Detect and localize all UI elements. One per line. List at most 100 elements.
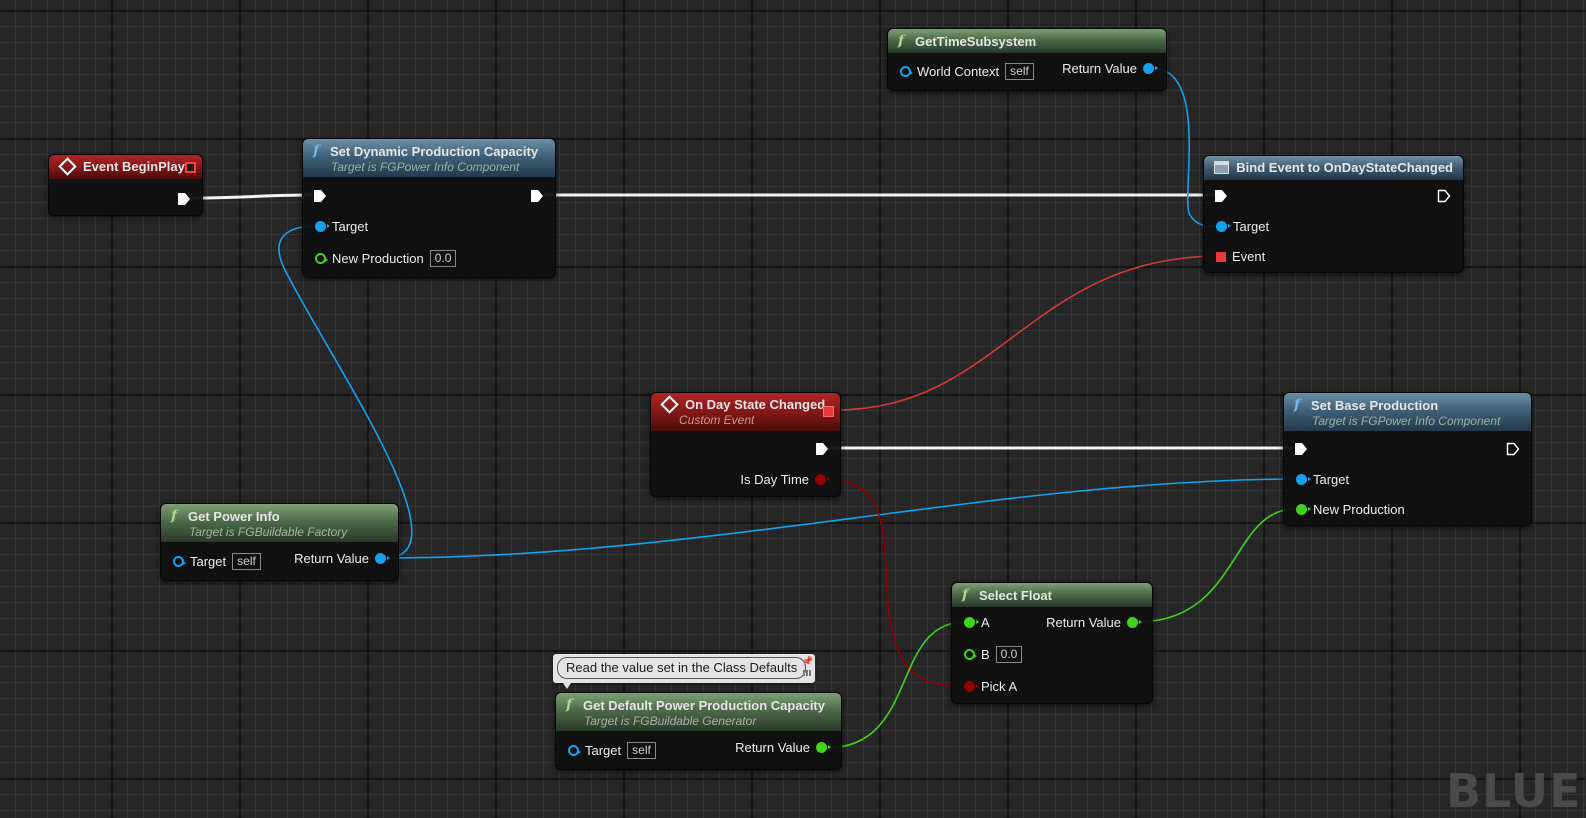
node-on-day-state-changed[interactable]: On Day State Changed Custom Event Is Day… — [650, 392, 841, 497]
delegate-wire-ondaystate-to-bind-event — [835, 255, 1221, 411]
delegate-output-pin[interactable] — [823, 406, 834, 417]
object-pin-icon[interactable] — [173, 556, 186, 567]
float-pin-icon[interactable] — [816, 742, 831, 753]
node-title: Get Power Info — [188, 508, 280, 524]
pin-label: Target — [332, 219, 369, 234]
node-header: Bind Event to OnDayStateChanged — [1204, 156, 1463, 180]
pin-label: Pick A — [981, 679, 1018, 694]
pin-world-context[interactable]: World Context self — [900, 63, 1034, 80]
blueprint-watermark: BLUEPRINT — [1446, 764, 1586, 818]
pin-label: Return Value — [735, 740, 810, 755]
node-comment-bubble[interactable]: Read the value set in the Class Defaults… — [553, 654, 815, 689]
node-title: GetTimeSubsystem — [915, 33, 1037, 49]
object-pin-icon[interactable] — [900, 66, 913, 77]
pin-pick-a[interactable]: Pick A — [964, 679, 1017, 694]
exec-input-pin[interactable] — [313, 189, 327, 203]
node-header: f Set Base Production Target is FGPower I… — [1284, 393, 1531, 431]
b-value-input[interactable]: 0.0 — [995, 646, 1023, 663]
node-title: Bind Event to OnDayStateChanged — [1236, 160, 1453, 175]
node-set-dynamic-production-capacity[interactable]: f Set Dynamic Production Capacity Target … — [302, 138, 556, 278]
pin-new-production[interactable]: New Production 0.0 — [315, 250, 457, 267]
bool-wire-isdaytime-to-pick-a — [825, 478, 966, 687]
node-header: f Select Float — [952, 583, 1152, 607]
node-header: f GetTimeSubsystem — [888, 29, 1166, 53]
node-set-base-production[interactable]: f Set Base Production Target is FGPower I… — [1283, 392, 1532, 526]
bool-pin-icon[interactable] — [964, 681, 979, 692]
world-context-input[interactable]: self — [1005, 63, 1034, 80]
pin-target[interactable]: Target — [315, 219, 368, 234]
event-icon — [58, 157, 77, 176]
pin-return-value[interactable]: Return Value — [1062, 61, 1158, 76]
delegate-output-pin[interactable] — [185, 162, 196, 173]
node-event-beginplay[interactable]: Event BeginPlay — [48, 154, 203, 216]
pin-new-production[interactable]: New Production — [1296, 502, 1405, 517]
float-wire-default-to-select-a — [825, 621, 966, 749]
object-pin-icon[interactable] — [1296, 474, 1311, 485]
float-pin-icon[interactable] — [1296, 504, 1311, 515]
exec-wire-beginplay-to-setdynamic — [189, 193, 313, 200]
pin-target[interactable]: Target self — [173, 553, 261, 570]
float-pin-icon[interactable] — [964, 649, 977, 660]
pin-label: Return Value — [1062, 61, 1137, 76]
function-icon: f — [962, 587, 969, 603]
pin-b[interactable]: B 0.0 — [964, 646, 1023, 663]
delegate-pin-icon[interactable] — [1216, 251, 1226, 262]
pin-target[interactable]: Target — [1216, 219, 1269, 234]
pin-label: Event — [1232, 249, 1266, 264]
node-get-default-power-production-capacity[interactable]: f Get Default Power Production Capacity T… — [555, 692, 842, 770]
node-select-float[interactable]: f Select Float A Return Value B 0.0 Pick … — [951, 582, 1153, 704]
pin-label: B — [981, 647, 990, 662]
pin-comment-icon[interactable]: 📌 — [802, 656, 813, 666]
node-get-time-subsystem[interactable]: f GetTimeSubsystem World Context self Ret… — [887, 28, 1167, 91]
node-subtitle: Target is FGPower Info Component — [1312, 414, 1501, 428]
node-title: Event BeginPlay — [83, 159, 185, 174]
exec-output-pin[interactable] — [1506, 442, 1520, 456]
float-pin-icon[interactable] — [964, 617, 979, 628]
object-pin-icon[interactable] — [315, 221, 330, 232]
node-header: On Day State Changed Custom Event — [651, 393, 840, 431]
pin-return-value[interactable]: Return Value — [735, 740, 831, 755]
pin-return-value[interactable]: Return Value — [294, 551, 390, 566]
pin-a[interactable]: A — [964, 615, 990, 630]
target-input[interactable]: self — [627, 742, 656, 759]
new-production-input[interactable]: 0.0 — [429, 250, 457, 267]
node-title: Select Float — [979, 587, 1052, 603]
pin-label: Return Value — [1046, 615, 1121, 630]
pin-target[interactable]: Target — [1296, 472, 1349, 487]
node-title: Get Default Power Production Capacity — [583, 697, 825, 713]
exec-input-pin[interactable] — [1294, 442, 1308, 456]
bool-pin-icon[interactable] — [815, 474, 830, 485]
pin-return-value[interactable]: Return Value — [1046, 615, 1142, 630]
exec-output-pin[interactable] — [177, 192, 191, 206]
node-bind-event-on-day-state-changed[interactable]: Bind Event to OnDayStateChanged Target E… — [1203, 155, 1464, 273]
pin-label: Target — [1313, 472, 1350, 487]
pin-label: A — [981, 615, 990, 630]
float-pin-icon[interactable] — [1127, 617, 1142, 628]
pin-target[interactable]: Target self — [568, 742, 656, 759]
exec-input-pin[interactable] — [1214, 189, 1228, 203]
object-pin-icon[interactable] — [1143, 63, 1158, 74]
node-subtitle: Target is FGBuildable Factory — [189, 525, 348, 539]
pin-is-day-time[interactable]: Is Day Time — [740, 472, 830, 487]
exec-output-pin[interactable] — [530, 189, 544, 203]
exec-output-pin[interactable] — [1437, 189, 1451, 203]
node-header: Event BeginPlay — [49, 155, 202, 179]
node-header: f Set Dynamic Production Capacity Target … — [303, 139, 555, 177]
node-title: On Day State Changed — [685, 397, 826, 412]
function-icon: f — [898, 33, 905, 49]
object-pin-icon[interactable] — [1216, 221, 1231, 232]
event-dispatcher-icon — [1214, 161, 1230, 174]
exec-output-pin[interactable] — [815, 442, 829, 456]
expand-comment-icon[interactable] — [803, 670, 812, 676]
target-input[interactable]: self — [232, 553, 261, 570]
object-pin-icon[interactable] — [375, 553, 390, 564]
node-get-power-info[interactable]: f Get Power Info Target is FGBuildable Fa… — [160, 503, 399, 581]
node-title: Set Base Production — [1311, 397, 1439, 413]
float-pin-icon[interactable] — [315, 253, 328, 264]
node-header: f Get Power Info Target is FGBuildable Fa… — [161, 504, 398, 542]
pin-event[interactable]: Event — [1216, 249, 1265, 264]
event-icon — [660, 395, 679, 414]
object-pin-icon[interactable] — [568, 745, 581, 756]
pin-label: Return Value — [294, 551, 369, 566]
function-icon: f — [171, 508, 178, 524]
